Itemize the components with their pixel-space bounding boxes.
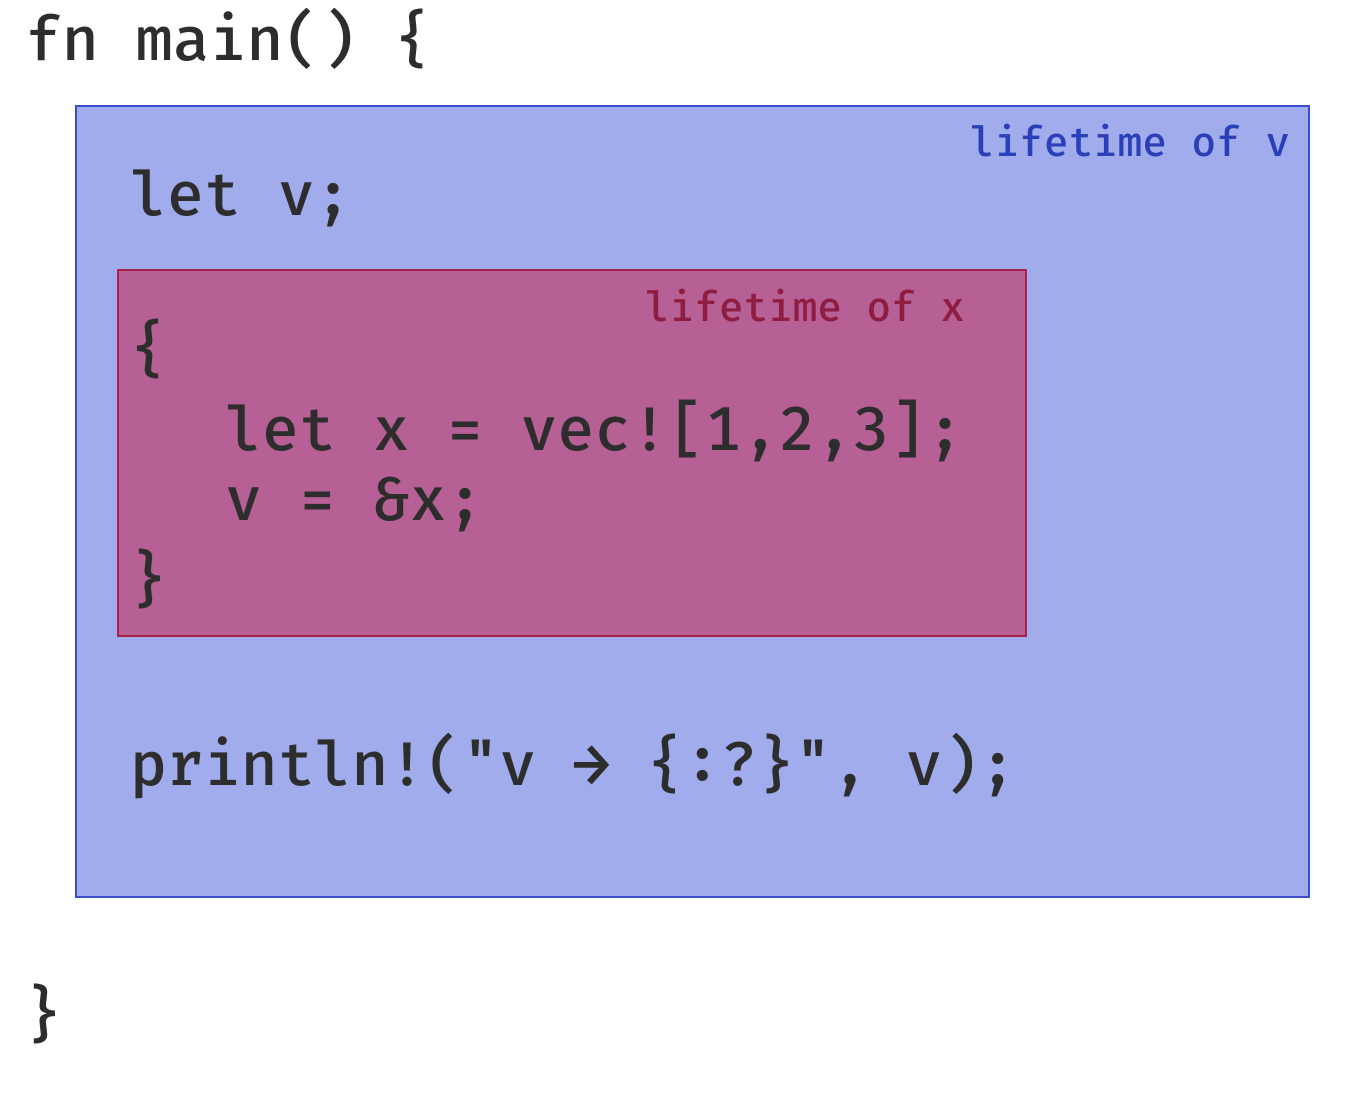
code-line-fn-main: fn main() { [25,10,431,76]
code-line-println: println!("v → {:?}", v); [130,735,1016,801]
lifetime-v-label: lifetime of v [970,120,1290,169]
diagram-canvas: lifetime of v lifetime of x fn main() { … [0,0,1350,1095]
code-line-let-v: let v; [130,165,352,231]
code-line-close-brace: } [130,550,167,616]
code-line-let-x: let x = vec![1,2,3]; [225,400,963,466]
lifetime-x-label: lifetime of x [645,285,965,334]
code-line-open-brace: { [130,320,167,386]
code-line-v-assign: v = &x; [225,470,483,536]
code-line-end-brace: } [25,985,62,1051]
